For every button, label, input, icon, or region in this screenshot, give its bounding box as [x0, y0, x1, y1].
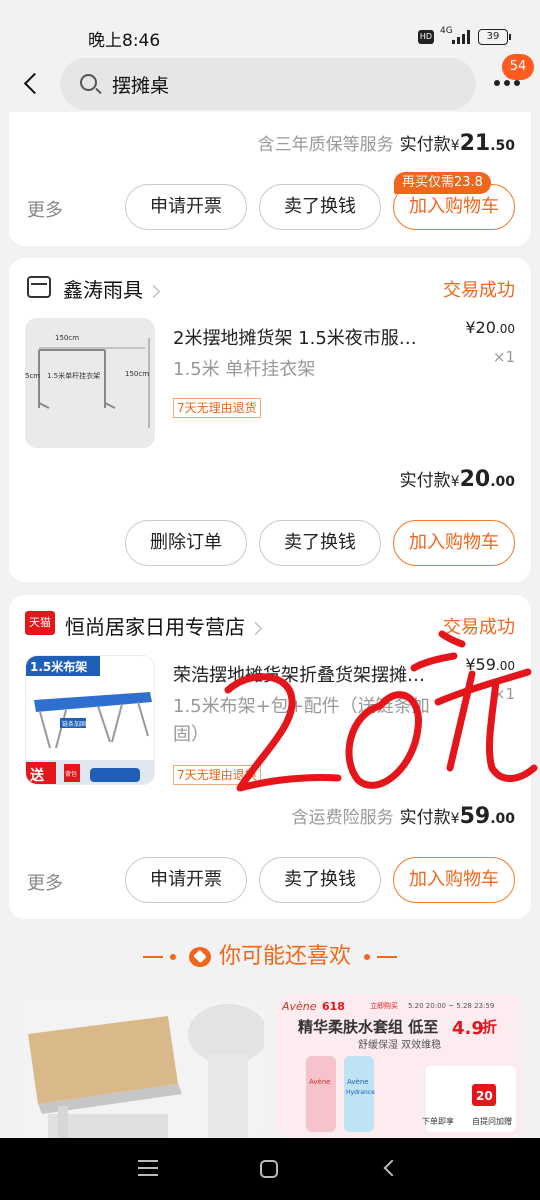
paid-int: 21 [459, 131, 491, 156]
handwritten-annotation [224, 630, 538, 792]
thumb-label: 1.5米单杆挂衣架 [47, 371, 100, 380]
thumb-label: 150cm [125, 370, 149, 378]
paid-dec: .00 [490, 474, 515, 490]
request-invoice-button[interactable]: 申请开票 [125, 857, 247, 903]
signal-icon [452, 30, 472, 44]
return-policy-tag: 7天无理由退货 [173, 398, 261, 418]
product-thumbnail[interactable]: 150cm 150cm 5cm 1.5米单杆挂衣架 [25, 318, 155, 448]
system-nav-bar [0, 1138, 540, 1200]
order-card-2: 鑫涛雨具 交易成功 150cm 150cm 5cm 1.5米单杆挂衣架 2米摆地… [9, 258, 531, 582]
heart-icon [188, 947, 211, 967]
recommend-item-avene-ad[interactable]: Avène 618 立即购买 5.20 20:00 ~ 5.28 23:59 精… [276, 994, 522, 1140]
thumb-label: 1.5米布架 [30, 659, 87, 674]
paid-amount: 含三年质保等服务 实付款¥21.50 [258, 130, 515, 156]
more-link[interactable]: 更多 [27, 196, 63, 222]
recommend-header: 你可能还喜欢 [0, 938, 540, 970]
tmall-badge: 天猫 [25, 611, 55, 635]
hd-icon: HD [418, 30, 434, 44]
resell-button[interactable]: 卖了换钱 [259, 520, 381, 566]
paid-label: 实付款 [399, 135, 451, 155]
add-to-cart-button[interactable]: 加入购物车 [393, 520, 515, 566]
clothes-rack-image: 150cm 150cm 5cm 1.5米单杆挂衣架 [25, 334, 150, 428]
back-button[interactable] [20, 70, 44, 96]
ad-coupon: 20 [476, 1089, 493, 1103]
delete-order-button[interactable]: 删除订单 [125, 520, 247, 566]
thumb-label: 背包 [65, 770, 77, 778]
battery-icon: 39 [478, 29, 511, 45]
order-status: 交易成功 [443, 280, 515, 301]
ad-bottle-b-sub: Hydrance [346, 1089, 375, 1096]
shop-icon [27, 276, 51, 298]
ad-headline: 精华柔肤水套组 低至 [298, 1018, 438, 1036]
ad-brand: Avène [281, 1000, 317, 1013]
thumb-label: 送 [29, 767, 45, 784]
recommend-item-desk[interactable] [18, 994, 264, 1140]
status-time: 晚上8:46 [88, 31, 161, 51]
currency: ¥ [465, 318, 476, 337]
ad-subline: 舒缓保湿 双效维稳 [358, 1038, 441, 1051]
resell-button[interactable]: 卖了换钱 [259, 857, 381, 903]
currency: ¥ [450, 474, 460, 490]
ad-bottle-a: Avène [309, 1078, 331, 1086]
paid-label: 实付款 [399, 471, 451, 491]
ad-time: 5.20 20:00 ~ 5.28 23:59 [408, 1002, 494, 1010]
thumb-label: 5cm [25, 372, 40, 380]
top-bar: 摆摊桌 [0, 56, 540, 112]
chevron-right-icon [147, 285, 160, 298]
price-int: 20 [475, 318, 496, 337]
resell-button[interactable]: 卖了换钱 [259, 184, 381, 230]
promo-tag: 再买仅需23.8 [394, 172, 491, 194]
add-to-cart-button[interactable]: 加入购物车 [393, 857, 515, 903]
thumb-label: 150cm [55, 334, 79, 342]
search-icon [80, 74, 97, 91]
network-label: 4G [440, 26, 453, 36]
search-query: 摆摊桌 [112, 75, 170, 97]
desk-image [18, 994, 264, 1140]
back-icon[interactable] [383, 1159, 401, 1177]
paid-dec: .50 [490, 138, 515, 154]
recommend-title: 你可能还喜欢 [218, 944, 351, 969]
paid-int: 20 [459, 467, 491, 492]
status-bar: 晚上8:46 HD 4G 39 [0, 0, 540, 56]
folding-rack-image: 1.5米布架 链条加固 送 背包 [26, 656, 154, 784]
notification-badge: 54 [502, 54, 534, 80]
ad-footer-a: 下单即享 [422, 1116, 454, 1126]
menu-icon[interactable] [138, 1160, 158, 1176]
product-spec: 1.5米 单杆挂衣架 [173, 359, 316, 380]
price-dec: .00 [495, 322, 515, 336]
home-icon[interactable] [260, 1160, 278, 1178]
avene-ad-image: Avène 618 立即购买 5.20 20:00 ~ 5.28 23:59 精… [276, 994, 522, 1140]
shop-name[interactable]: 鑫涛雨具 [63, 274, 160, 303]
ad-price: 4.9 [452, 1018, 484, 1039]
product-thumbnail[interactable]: 1.5米布架 链条加固 送 背包 [25, 655, 155, 785]
ad-bottle-b: Avène [347, 1078, 369, 1086]
currency: ¥ [450, 138, 460, 154]
shop-name-text: 鑫涛雨具 [63, 278, 143, 302]
more-link[interactable]: 更多 [27, 869, 63, 895]
product-title[interactable]: 2米摆地摊货架 1.5米夜市服… [173, 324, 447, 350]
quantity: ×1 [492, 348, 515, 366]
request-invoice-button[interactable]: 申请开票 [125, 184, 247, 230]
ad-footer-b: 自提问加赠 [472, 1116, 512, 1126]
ad-price-unit: 折 [482, 1018, 497, 1036]
service-text: 含三年质保等服务 [257, 135, 394, 155]
ad-line1: 立即购买 [370, 1001, 398, 1010]
unit-price: ¥20.00 [465, 318, 515, 337]
ad-campaign: 618 [322, 1000, 345, 1013]
search-box[interactable]: 摆摊桌 [60, 58, 476, 110]
thumb-label: 链条加固 [62, 720, 86, 728]
paid-amount: 实付款¥20.00 [400, 466, 515, 492]
